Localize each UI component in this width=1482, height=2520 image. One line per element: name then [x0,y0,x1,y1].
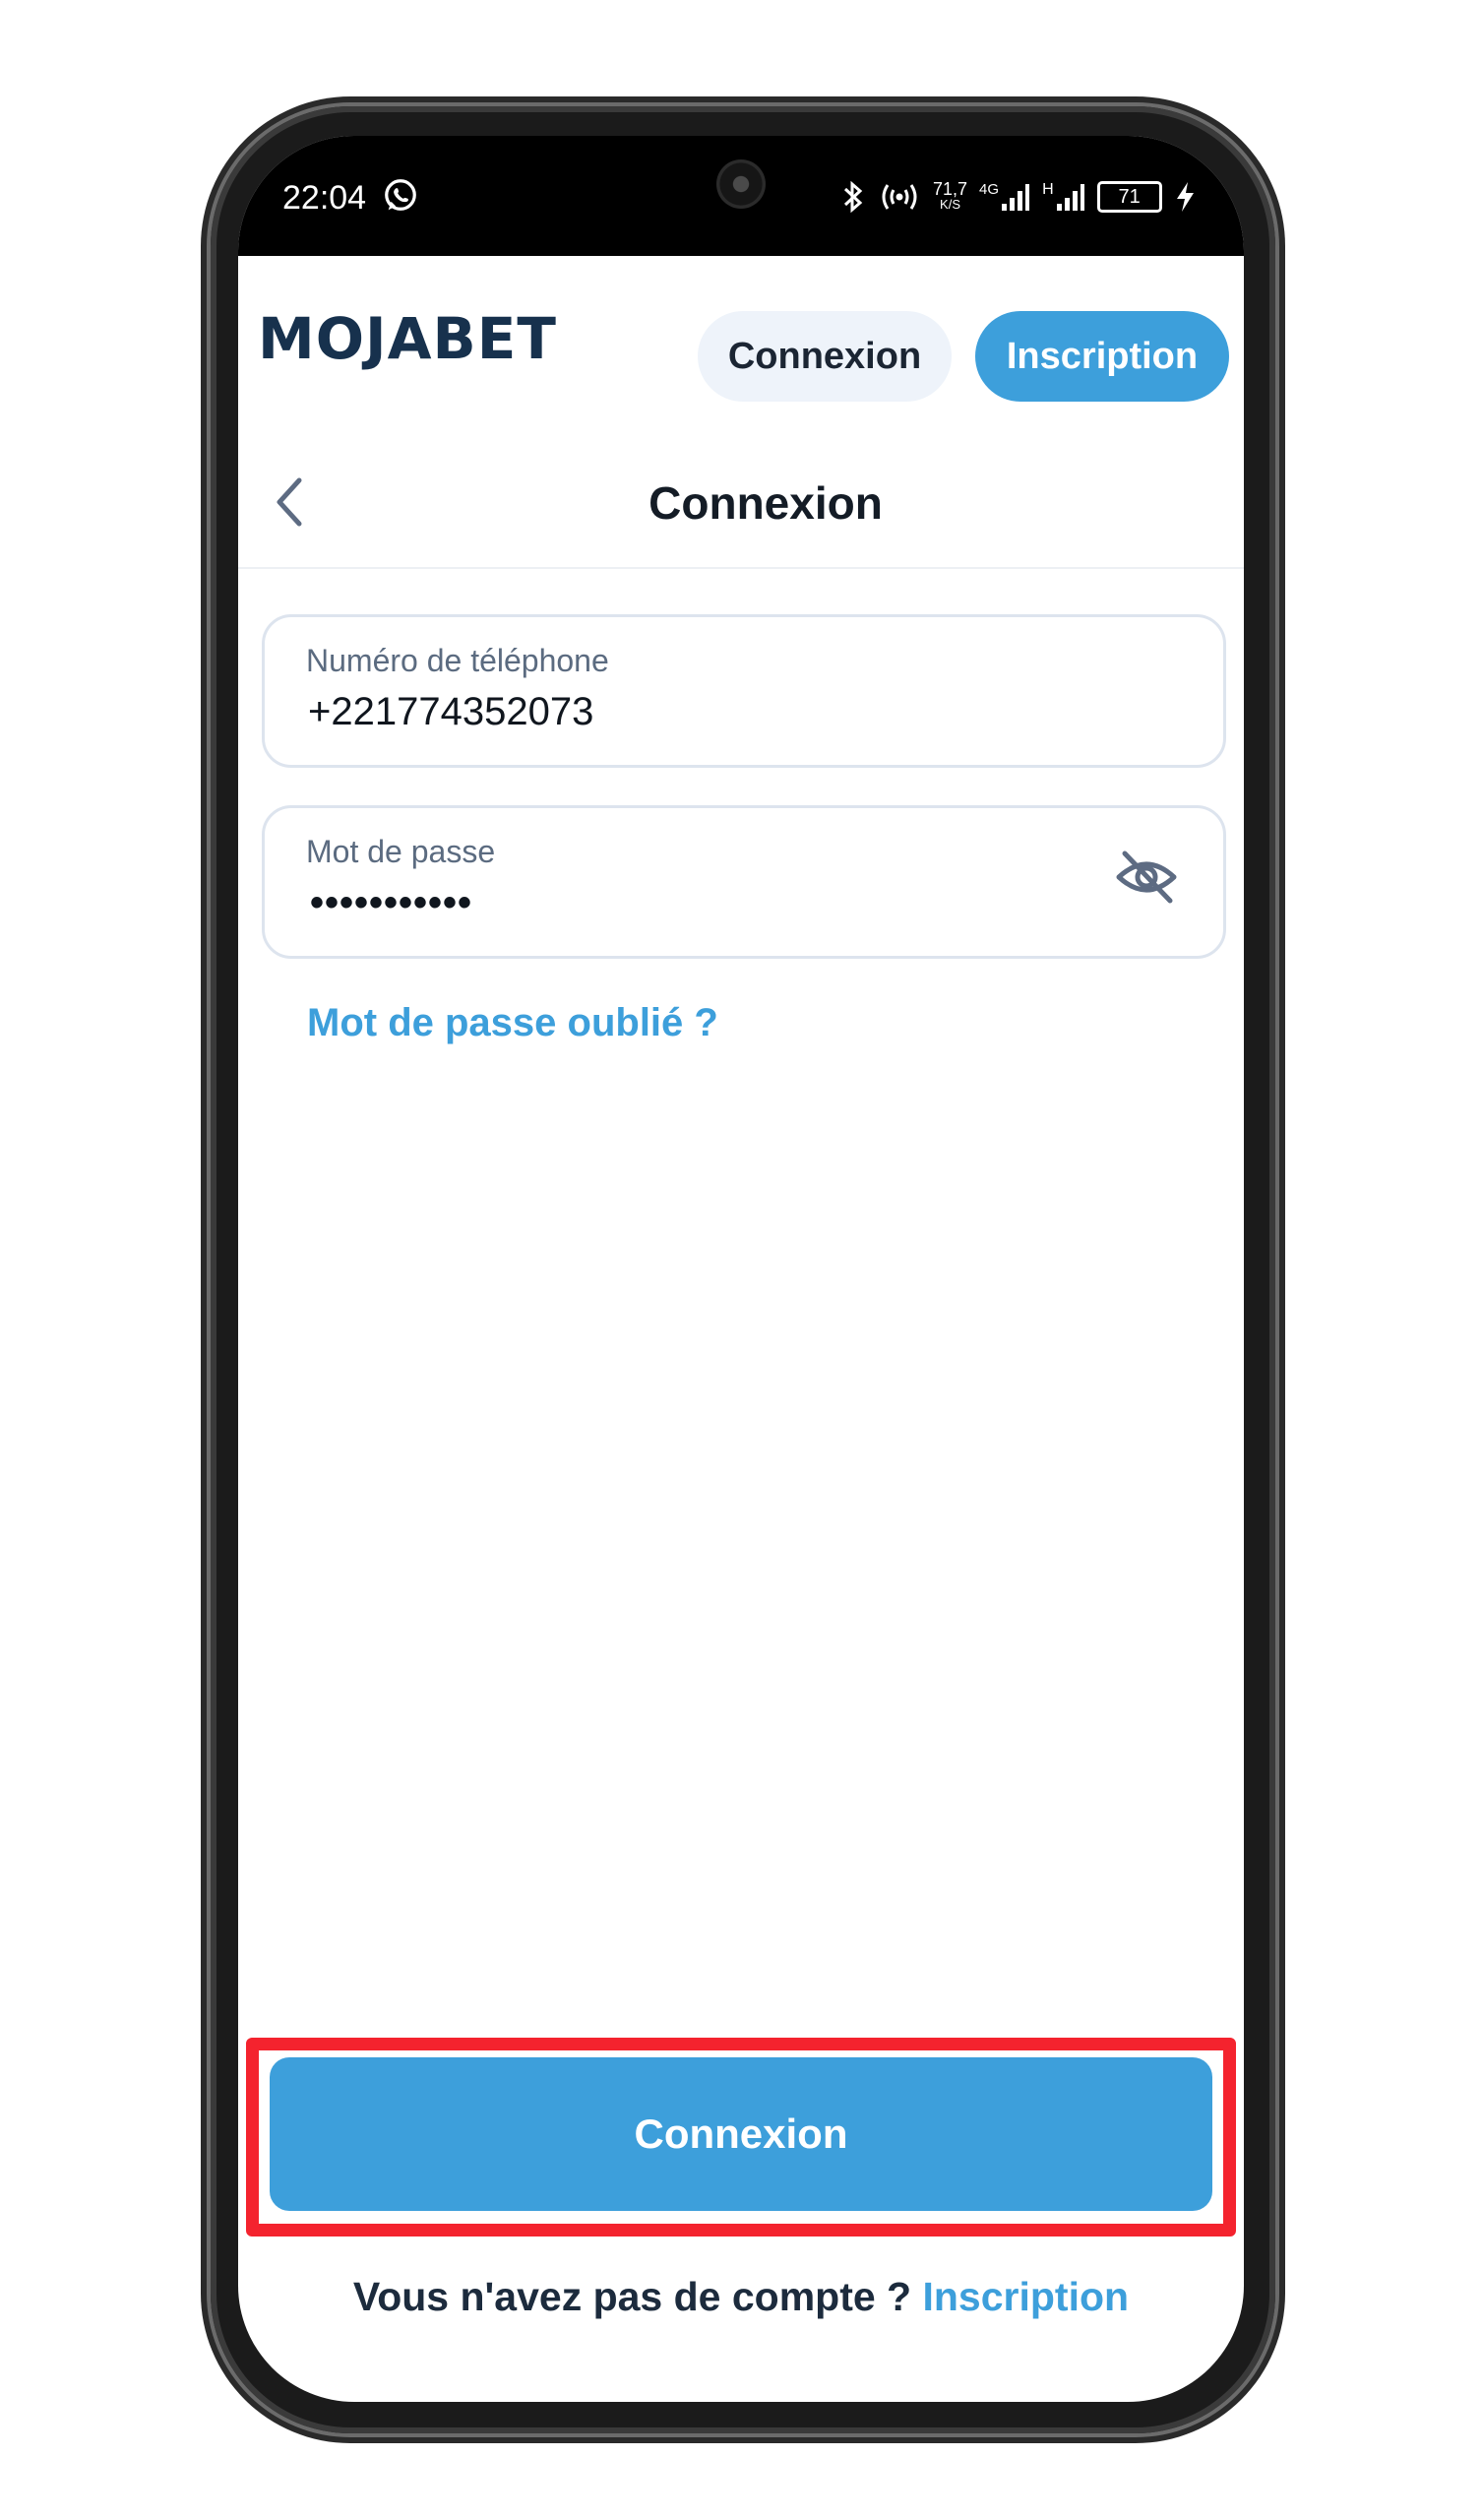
footer-signup-prompt: Vous n'avez pas de compte ? Inscription [238,2274,1244,2320]
status-time: 22:04 [282,179,367,217]
net-speed: 71,7 K/S [933,179,968,213]
signal-4g: 4G [979,182,1030,212]
signal-bars-2-icon [1056,184,1084,211]
signal-h: H [1042,182,1085,212]
battery-level: 71 [1118,186,1141,208]
status-bar: 22:04 71,7 K/S 4G H 71 [238,136,1244,256]
password-field-label: Mot de passe [306,834,496,869]
header-login-button[interactable]: Connexion [698,311,952,402]
network-h-label: H [1042,181,1054,198]
footer-question: Vous n'avez pas de compte ? [352,2274,923,2319]
bluetooth-icon [843,180,863,214]
net-speed-unit: K/S [940,197,960,212]
network-4g-label: 4G [979,181,1000,198]
phone-field-value[interactable]: +221774352073 [308,690,593,734]
password-field-value[interactable]: ••••••••••• [310,881,472,925]
password-field[interactable]: Mot de passe ••••••••••• [262,805,1226,959]
phone-field[interactable]: Numéro de téléphone +221774352073 [262,614,1226,768]
whatsapp-icon [385,179,416,211]
footer-signup-link[interactable]: Inscription [923,2274,1130,2319]
phone-screen: 22:04 71,7 K/S 4G H 71 MOJABET Connexion… [238,136,1244,2402]
page-title: Connexion [648,477,883,529]
signal-bars-icon [1002,184,1030,211]
hide-password-eye-icon[interactable] [1113,848,1180,907]
net-speed-value: 71,7 [933,179,968,199]
phone-field-label: Numéro de téléphone [306,643,609,678]
battery-icon: 71 [1096,181,1162,213]
hotspot-icon [882,184,917,210]
app-logo[interactable]: MOJABET [258,305,557,372]
forgot-password-link[interactable]: Mot de passe oublié ? [307,1001,718,1045]
front-camera [716,159,766,209]
app-header: MOJABET Connexion Inscription [238,256,1244,417]
header-signup-button[interactable]: Inscription [975,311,1229,402]
page-nav: Connexion [238,431,1244,569]
login-submit-button[interactable]: Connexion [270,2057,1212,2211]
status-icons: 71,7 K/S 4G H 71 [840,173,1196,220]
charging-icon [1176,182,1194,212]
